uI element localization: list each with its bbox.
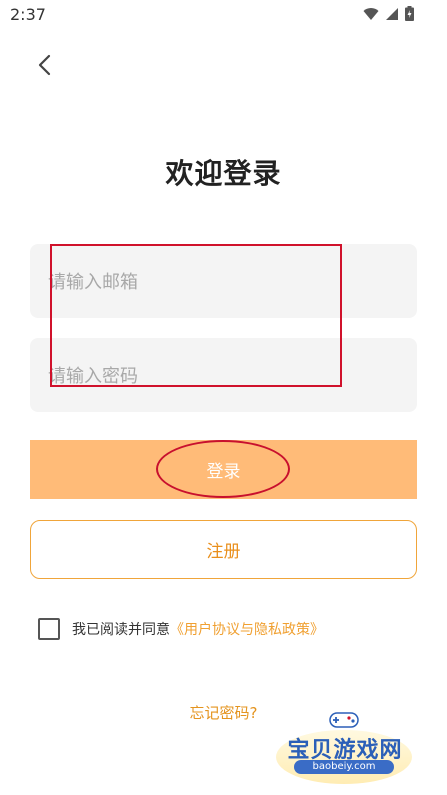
agreement-link[interactable]: 《用户协议与隐私政策》	[170, 619, 324, 639]
signal-icon	[386, 7, 398, 20]
agreement-checkbox[interactable]	[38, 618, 60, 640]
password-field[interactable]	[46, 338, 410, 414]
password-field-container	[30, 338, 417, 414]
register-button-label: 注册	[206, 542, 241, 562]
watermark-site-url: baobeiy.com	[294, 760, 394, 774]
login-button[interactable]: 登录	[30, 440, 417, 499]
agreement-row: 我已阅读并同意 《用户协议与隐私政策》	[38, 618, 324, 640]
status-time: 2:37	[10, 5, 46, 24]
watermark: 宝贝游戏网 baobeiy.com	[270, 702, 420, 790]
wifi-icon	[363, 7, 379, 20]
email-field-container	[30, 244, 417, 320]
gamepad-icon	[329, 712, 359, 728]
email-field[interactable]	[46, 244, 410, 320]
agreement-text: 我已阅读并同意	[72, 622, 170, 638]
status-icons	[363, 6, 414, 21]
back-button[interactable]	[33, 52, 59, 78]
register-button[interactable]: 注册	[30, 520, 417, 579]
battery-icon	[405, 6, 414, 21]
status-bar: 2:37	[0, 0, 447, 32]
login-button-label: 登录	[206, 462, 241, 482]
back-chevron-icon	[38, 54, 51, 76]
page-title: 欢迎登录	[165, 157, 282, 190]
